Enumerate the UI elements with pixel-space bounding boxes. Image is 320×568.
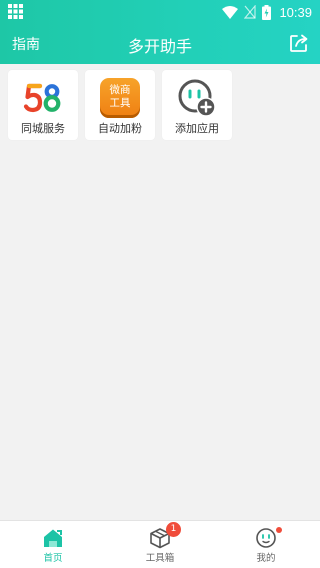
nav-label: 工具箱 — [145, 553, 175, 564]
app-label: 同城服务 — [21, 122, 65, 135]
app-tile-auto-add-fans[interactable]: 微商 工具 自动加粉 — [85, 70, 155, 140]
page-title: 多开助手 — [127, 37, 192, 56]
app-grid: 同城服务 微商 工具 自动加粉 添加应用 — [8, 70, 232, 140]
app-tile-add-app[interactable]: 添加应用 — [162, 70, 232, 140]
logo-text-line2: 工具 — [109, 97, 131, 109]
notification-badge: 1 — [166, 522, 181, 537]
bottom-nav: 首页 1 工具箱 我的 — [0, 520, 320, 568]
notification-dot — [276, 527, 282, 533]
logo-text-line1: 微商 — [109, 84, 131, 96]
nav-label: 我的 — [256, 553, 276, 564]
share-icon[interactable] — [288, 32, 310, 54]
app-label: 自动加粉 — [98, 122, 142, 135]
weishang-tool-icon: 微商 工具 — [100, 78, 140, 118]
app-label: 添加应用 — [175, 122, 219, 135]
nav-item-toolbox[interactable]: 1 工具箱 — [130, 521, 190, 568]
nav-label: 首页 — [43, 553, 63, 564]
status-bar: 10:39 — [0, 0, 320, 24]
home-icon — [44, 529, 62, 547]
screen: 10:39 指南 多开助手 同城服务 微商 工具 自动加粉 添加应用 首页 1 … — [0, 0, 320, 568]
status-icons: 10:39 — [222, 2, 312, 22]
profile-icon — [256, 528, 276, 548]
58-logo-icon — [23, 83, 61, 113]
wifi-icon — [222, 5, 239, 19]
status-time: 10:39 — [279, 4, 312, 20]
app-tile-same-city-service[interactable]: 同城服务 — [8, 70, 78, 140]
signal-off-icon — [244, 5, 257, 19]
battery-charging-icon — [262, 4, 272, 20]
add-app-icon — [178, 79, 216, 117]
app-grid-notification-icon — [8, 4, 23, 19]
app-bar: 指南 多开助手 — [0, 24, 320, 64]
nav-item-home[interactable]: 首页 — [23, 521, 83, 568]
nav-item-profile[interactable]: 我的 — [236, 521, 296, 568]
